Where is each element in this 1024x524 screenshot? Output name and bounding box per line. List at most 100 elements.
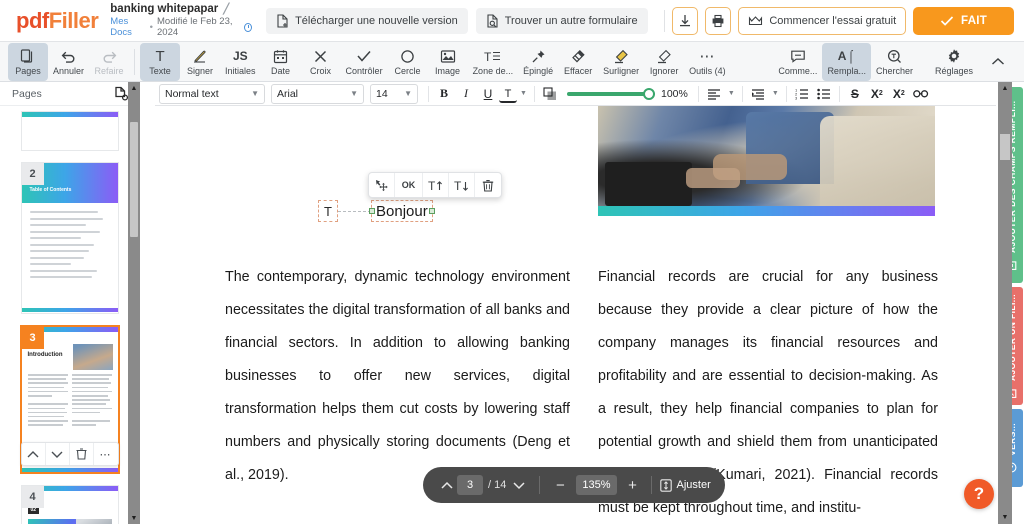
download-button[interactable] (672, 7, 698, 35)
tool-pages[interactable]: Pages (8, 43, 48, 81)
tool-search[interactable]: Chercher (871, 43, 918, 81)
edit-pencil-icon[interactable]: ╱ (223, 4, 229, 15)
crown-icon (748, 15, 763, 27)
bold-button[interactable]: B (433, 84, 455, 104)
zoom-level-value[interactable]: 135% (576, 475, 616, 495)
page-2-footer-bar (22, 308, 118, 312)
underline-button[interactable]: U (477, 84, 499, 104)
upload-new-version-button[interactable]: Télécharger une nouvelle version (266, 8, 468, 34)
document-scrollbar[interactable]: ▲ ▼ (998, 82, 1012, 524)
opacity-icon[interactable] (539, 84, 561, 104)
opacity-slider[interactable] (567, 87, 655, 101)
tool-check[interactable]: Contrôler (341, 43, 388, 81)
document-page[interactable]: T Bonjour OK T T (153, 106, 983, 524)
font-size-select[interactable]: 14 ▼ (370, 84, 418, 104)
tool-pin[interactable]: Épinglé (518, 43, 558, 81)
page-thumbnail-3[interactable]: 3 01 Introduction (22, 327, 118, 472)
next-page-button[interactable] (509, 474, 529, 496)
zoom-in-button[interactable]: + (623, 474, 643, 496)
add-page-icon[interactable] (114, 86, 129, 101)
text-field-value[interactable]: Bonjour (371, 200, 433, 222)
tool-settings[interactable]: Réglages (930, 43, 978, 81)
move-page-down-button[interactable] (46, 443, 70, 465)
tool-more-tools[interactable]: ⋯ Outils (4) (684, 43, 731, 81)
italic-button[interactable]: I (455, 84, 477, 104)
font-family-select[interactable]: Arial ▼ (271, 84, 364, 104)
page-more-options-button[interactable]: ⋯ (94, 443, 118, 465)
decrease-font-button[interactable]: T (449, 173, 475, 197)
doc-scrollbar-thumb[interactable] (1000, 134, 1010, 160)
history-clock-icon[interactable] (244, 23, 252, 32)
superscript-base: X (871, 87, 879, 101)
tool-highlight[interactable]: Surligner (598, 43, 644, 81)
done-button[interactable]: FAIT (913, 7, 1014, 35)
tool-cross[interactable]: Croix (301, 43, 341, 81)
text-color-chevron-icon[interactable]: ▼ (517, 84, 530, 104)
page-thumbnail-list[interactable]: 2 Table of Contents (0, 106, 139, 524)
indent-icon[interactable] (747, 84, 769, 104)
move-page-up-button[interactable] (22, 443, 46, 465)
page-3-column-right (72, 374, 112, 428)
page-thumbnail-4[interactable]: 4 02 Promoting Best Practices and (22, 486, 118, 524)
tool-initials[interactable]: JS Initiales (220, 43, 261, 81)
page-3-number: 3 (22, 327, 44, 349)
pages-panel-scrollbar[interactable]: ▲ ▼ (128, 82, 140, 524)
tool-date[interactable]: Date (261, 43, 301, 81)
bulleted-list-icon[interactable] (813, 84, 835, 104)
subscript-button[interactable]: X2 (888, 84, 910, 104)
scrollbar-thumb[interactable] (130, 122, 138, 237)
current-page-input[interactable]: 3 (457, 475, 483, 495)
doc-scroll-up-arrow-icon[interactable]: ▲ (998, 82, 1012, 95)
zoom-out-button[interactable]: − (550, 474, 570, 496)
tool-redo[interactable]: Refaire (89, 43, 129, 81)
delete-page-button[interactable] (70, 443, 94, 465)
document-left-column[interactable]: The contemporary, dynamic technology env… (225, 261, 570, 492)
link-icon[interactable] (910, 84, 932, 104)
confirm-field-button[interactable]: OK (395, 173, 423, 197)
tool-replace[interactable]: A⌠ Rempla... (822, 43, 871, 81)
document-viewport[interactable]: T Bonjour OK T T (140, 106, 996, 524)
tool-blackout[interactable]: Ignorer (644, 43, 684, 81)
page-thumbnail-1[interactable] (22, 112, 118, 150)
tool-erase[interactable]: Effacer (558, 43, 598, 81)
help-button[interactable]: ? (964, 479, 994, 509)
print-button[interactable] (705, 7, 731, 35)
resize-handle-left[interactable] (369, 208, 375, 214)
align-chevron-icon[interactable]: ▼ (725, 84, 738, 104)
tool-image[interactable]: Image (428, 43, 468, 81)
text-field-text: Bonjour (376, 203, 428, 220)
fit-page-button[interactable]: Ajuster (660, 479, 711, 492)
delete-field-button[interactable] (475, 173, 501, 197)
undo-icon (60, 47, 77, 65)
resize-handle-right[interactable] (429, 208, 435, 214)
document-title-row: banking whitepapar ╱ (110, 3, 252, 15)
tool-undo[interactable]: Annuler (48, 43, 89, 81)
scroll-down-arrow-icon[interactable]: ▼ (128, 512, 140, 524)
align-left-icon[interactable] (703, 84, 725, 104)
breadcrumb-mes-docs[interactable]: Mes Docs (110, 16, 145, 38)
format-divider-6 (839, 86, 840, 102)
page-thumbnail-2[interactable]: 2 Table of Contents (22, 163, 118, 313)
indent-chevron-icon[interactable]: ▼ (769, 84, 782, 104)
superscript-button[interactable]: X2 (866, 84, 888, 104)
tool-textbox[interactable]: T Zone de... (468, 43, 519, 81)
tool-circle[interactable]: Cercle (388, 43, 428, 81)
strikethrough-button[interactable]: S (844, 84, 866, 104)
page-2-number: 2 (22, 163, 44, 185)
doc-scroll-down-arrow-icon[interactable]: ▼ (998, 511, 1012, 524)
text-color-button[interactable]: T (499, 87, 517, 103)
increase-font-button[interactable]: T (423, 173, 449, 197)
paragraph-style-select[interactable]: Normal text ▼ (159, 84, 265, 104)
tool-text[interactable]: T Texte (140, 43, 180, 81)
start-free-trial-button[interactable]: Commencer l'essai gratuit (738, 7, 906, 35)
numbered-list-icon[interactable]: 123 (791, 84, 813, 104)
tool-sign[interactable]: Signer (180, 43, 220, 81)
tool-comment[interactable]: Comme... (773, 43, 822, 81)
toolbar-collapse[interactable] (978, 43, 1018, 81)
scroll-up-arrow-icon[interactable]: ▲ (128, 82, 140, 94)
find-another-form-button[interactable]: Trouver un autre formulaire (476, 8, 648, 34)
previous-page-button[interactable] (437, 474, 457, 496)
slider-knob[interactable] (643, 88, 655, 100)
pdffiller-logo[interactable]: pdfFiller (16, 8, 98, 34)
move-field-button[interactable] (369, 173, 395, 197)
